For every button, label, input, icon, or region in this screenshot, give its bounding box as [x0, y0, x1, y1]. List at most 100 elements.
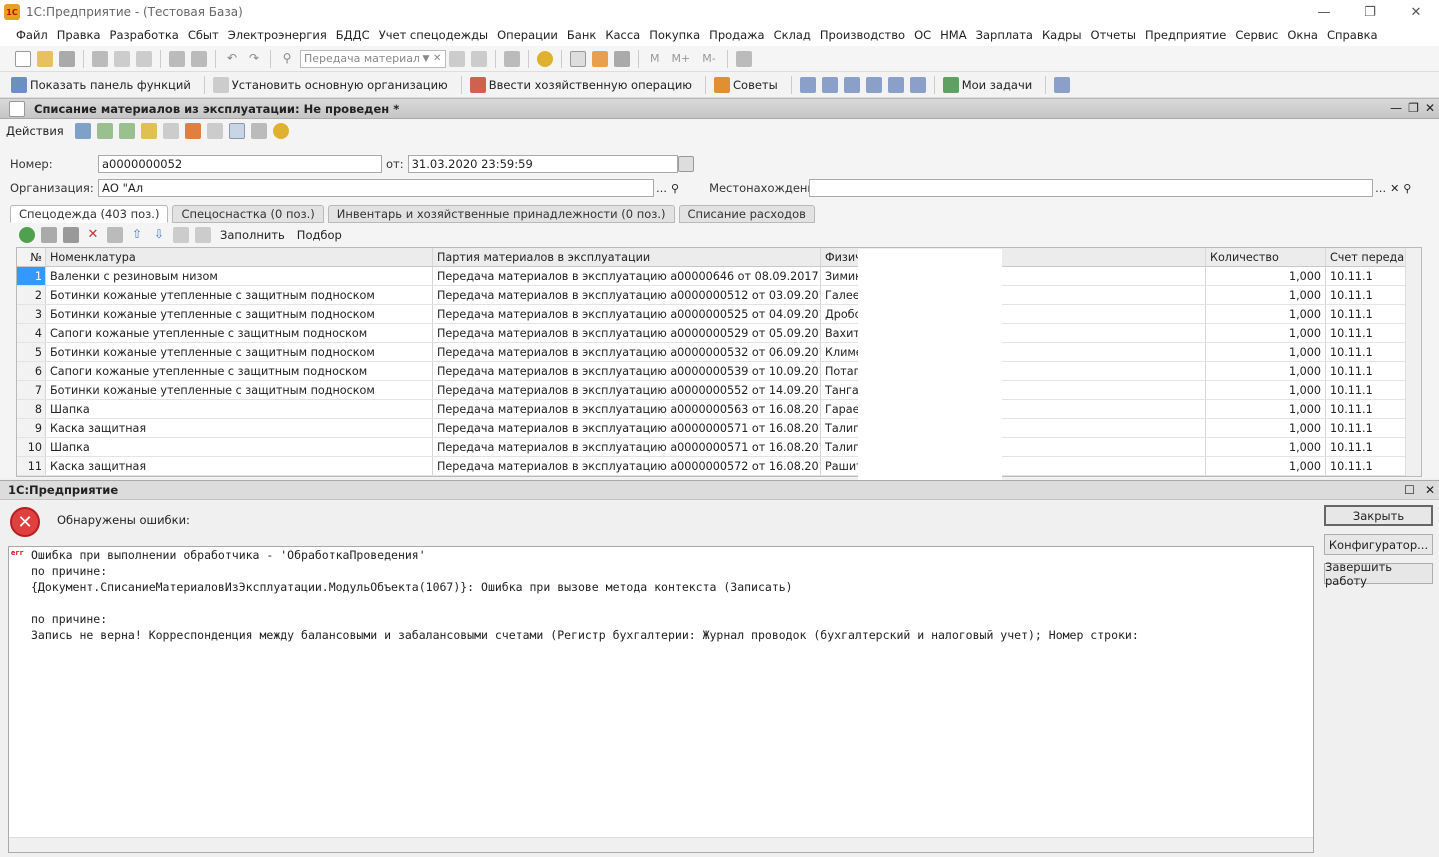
- restore-icon[interactable]: ❐: [1408, 101, 1419, 115]
- search-prev-icon[interactable]: [471, 50, 487, 67]
- maximize-icon[interactable]: ☐: [1404, 483, 1415, 497]
- undo-icon[interactable]: ↶: [224, 51, 240, 67]
- menu-item[interactable]: Сервис: [1235, 28, 1278, 42]
- error-text-area[interactable]: err Ошибка при выполнении обработчика - …: [8, 546, 1314, 853]
- memory-button[interactable]: М: [650, 52, 660, 65]
- clear-icon[interactable]: ✕: [433, 53, 445, 64]
- close-button[interactable]: Закрыть: [1324, 505, 1433, 526]
- calculator-icon[interactable]: [570, 50, 586, 67]
- copy-doc-icon[interactable]: [118, 123, 135, 139]
- menu-item[interactable]: Правка: [57, 28, 101, 42]
- row-nomenclature[interactable]: Ботинки кожаные утепленные с защитным по…: [46, 381, 433, 399]
- copy-row-icon[interactable]: [41, 227, 57, 243]
- pick-button[interactable]: Подбор: [297, 228, 342, 242]
- show-panel-button[interactable]: Показать панель функций: [8, 76, 191, 93]
- row-nomenclature[interactable]: Шапка: [46, 438, 433, 456]
- tips-button[interactable]: Советы: [711, 76, 778, 93]
- edit-icon[interactable]: [63, 227, 79, 243]
- based-on-icon[interactable]: [140, 123, 157, 139]
- report-icon[interactable]: [206, 123, 223, 139]
- structure-icon[interactable]: [162, 123, 179, 139]
- menu-item[interactable]: Касса: [605, 28, 640, 42]
- accounts-icon[interactable]: [865, 76, 882, 93]
- save-icon[interactable]: [59, 50, 75, 67]
- add-icon[interactable]: [19, 227, 35, 243]
- minimize-icon[interactable]: —: [1390, 101, 1402, 115]
- menu-item[interactable]: Продажа: [709, 28, 764, 42]
- copy-icon[interactable]: [114, 50, 130, 67]
- row-nomenclature[interactable]: Шапка: [46, 400, 433, 418]
- table-row[interactable]: 9 Каска защитная Передача материалов в экс…: [17, 419, 1421, 438]
- row-number[interactable]: 11: [17, 457, 46, 475]
- redo-icon[interactable]: ↷: [246, 51, 262, 67]
- window-list-icon[interactable]: [504, 50, 520, 67]
- menu-item[interactable]: Электроэнергия: [228, 28, 327, 42]
- cut-icon[interactable]: [92, 50, 108, 67]
- row-number[interactable]: 5: [17, 343, 46, 361]
- row-account[interactable]: 10.11.1: [1326, 438, 1408, 456]
- menu-item[interactable]: Банк: [567, 28, 596, 42]
- date-field[interactable]: 31.03.2020 23:59:59: [407, 155, 678, 173]
- row-quantity[interactable]: 1,000: [1206, 381, 1326, 399]
- open-icon[interactable]: ⚲: [671, 182, 679, 195]
- table-row[interactable]: 6 Сапоги кожаные утепленные с защитным по…: [17, 362, 1421, 381]
- table-row[interactable]: 1 Валенки с резиновым низом Передача матер…: [17, 267, 1421, 286]
- menu-item[interactable]: Операции: [497, 28, 558, 42]
- analysis-icon[interactable]: [909, 76, 926, 93]
- vertical-scrollbar[interactable]: [1405, 248, 1421, 476]
- table-row[interactable]: 10 Шапка Передача материалов в эксплуатаци…: [17, 438, 1421, 457]
- chevron-down-icon[interactable]: ▼: [419, 54, 433, 64]
- users-icon[interactable]: [614, 50, 630, 67]
- row-number[interactable]: 2: [17, 286, 46, 304]
- horizontal-scrollbar[interactable]: [9, 837, 1313, 852]
- configurator-button[interactable]: Конфигуратор...: [1324, 534, 1433, 555]
- row-nomenclature[interactable]: Валенки с резиновым низом: [46, 267, 433, 285]
- menu-item[interactable]: Покупка: [649, 28, 700, 42]
- column-header-account[interactable]: Счет переда...: [1326, 248, 1408, 266]
- row-quantity[interactable]: 1,000: [1206, 457, 1326, 475]
- row-account[interactable]: 10.11.1: [1326, 457, 1408, 475]
- paste-icon[interactable]: [136, 50, 152, 67]
- menu-item[interactable]: Кадры: [1042, 28, 1082, 42]
- row-account[interactable]: 10.11.1: [1326, 381, 1408, 399]
- row-batch[interactable]: Передача материалов в эксплуатацию а0000…: [433, 438, 821, 456]
- tab-workwear[interactable]: Спецодежда (403 поз.): [10, 205, 169, 223]
- row-quantity[interactable]: 1,000: [1206, 343, 1326, 361]
- refresh-icon[interactable]: [96, 123, 113, 139]
- row-account[interactable]: 10.11.1: [1326, 419, 1408, 437]
- table-row[interactable]: 8 Шапка Передача материалов в эксплуатацию…: [17, 400, 1421, 419]
- row-account[interactable]: 10.11.1: [1326, 362, 1408, 380]
- row-nomenclature[interactable]: Сапоги кожаные утепленные с защитным под…: [46, 362, 433, 380]
- table-row[interactable]: 3 Ботинки кожаные утепленные с защитным п…: [17, 305, 1421, 324]
- search-input[interactable]: Передача материалов: [301, 52, 419, 65]
- tab-expenses[interactable]: Списание расходов: [678, 205, 815, 223]
- row-number[interactable]: 8: [17, 400, 46, 418]
- row-number[interactable]: 7: [17, 381, 46, 399]
- table-row[interactable]: 2 Ботинки кожаные утепленные с защитным п…: [17, 286, 1421, 305]
- menu-item[interactable]: Учет спецодежды: [379, 28, 488, 42]
- row-batch[interactable]: Передача материалов в эксплуатацию а0000…: [433, 457, 821, 475]
- select-icon[interactable]: …: [1375, 182, 1386, 195]
- end-edit-icon[interactable]: [107, 227, 123, 243]
- row-account[interactable]: 10.11.1: [1326, 286, 1408, 304]
- close-icon[interactable]: ✕: [1425, 101, 1435, 115]
- menu-item[interactable]: Предприятие: [1145, 28, 1226, 42]
- row-quantity[interactable]: 1,000: [1206, 400, 1326, 418]
- row-quantity[interactable]: 1,000: [1206, 419, 1326, 437]
- exit-button[interactable]: Завершить работу: [1324, 560, 1433, 588]
- row-number[interactable]: 6: [17, 362, 46, 380]
- set-org-button[interactable]: Установить основную организацию: [210, 76, 448, 93]
- row-quantity[interactable]: 1,000: [1206, 305, 1326, 323]
- menu-item[interactable]: Справка: [1327, 28, 1378, 42]
- row-account[interactable]: 10.11.1: [1326, 324, 1408, 342]
- column-header-number[interactable]: №: [17, 248, 46, 266]
- fill-button[interactable]: Заполнить: [220, 228, 285, 242]
- row-nomenclature[interactable]: Ботинки кожаные утепленные с защитным по…: [46, 343, 433, 361]
- menu-item[interactable]: Склад: [774, 28, 811, 42]
- row-account[interactable]: 10.11.1: [1326, 343, 1408, 361]
- menu-item[interactable]: Файл: [16, 28, 48, 42]
- dt-kt-icon[interactable]: [184, 123, 201, 139]
- row-quantity[interactable]: 1,000: [1206, 362, 1326, 380]
- row-quantity[interactable]: 1,000: [1206, 286, 1326, 304]
- row-account[interactable]: 10.11.1: [1326, 305, 1408, 323]
